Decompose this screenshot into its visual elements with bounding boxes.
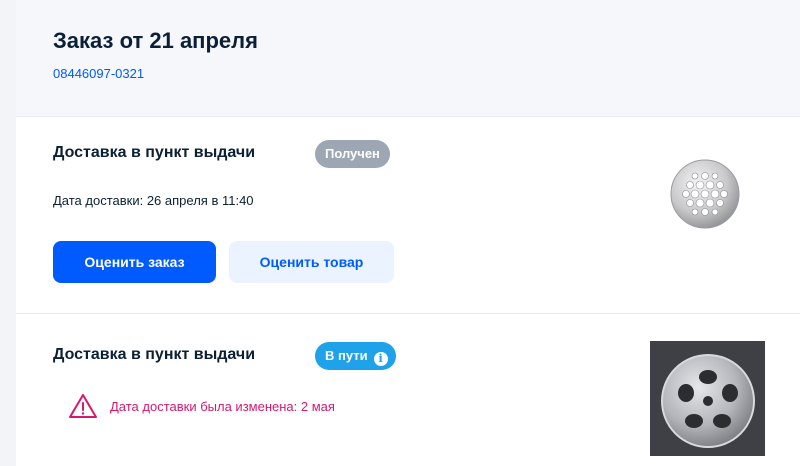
status-label: В пути bbox=[325, 348, 368, 363]
product-thumbnail[interactable] bbox=[650, 341, 765, 456]
warning-triangle-icon bbox=[69, 394, 97, 418]
delivery-type-label: Доставка в пункт выдачи bbox=[53, 144, 256, 161]
warning-text: Дата доставки была изменена: 2 мая bbox=[110, 398, 335, 414]
order-number-link[interactable]: 08446097-0321 bbox=[53, 66, 144, 81]
shipment-received: Доставка в пункт выдачи Получен Дата дос… bbox=[16, 117, 800, 314]
order-header: Заказ от 21 апреля 08446097-0321 bbox=[16, 0, 800, 117]
rate-order-button[interactable]: Оценить заказ bbox=[53, 241, 216, 283]
product-thumbnail[interactable] bbox=[668, 157, 742, 231]
rate-product-button[interactable]: Оценить товар bbox=[229, 241, 394, 283]
delivery-type-label: Доставка в пункт выдачи bbox=[53, 346, 256, 363]
status-badge[interactable]: В пути i bbox=[315, 342, 396, 370]
shipment-in-transit: Доставка в пункт выдачи В пути i Дата дос… bbox=[16, 314, 800, 466]
delivery-date-warning: Дата доставки была изменена: 2 мая bbox=[68, 394, 335, 418]
info-icon[interactable]: i bbox=[373, 352, 388, 366]
order-title: Заказ от 21 апреля bbox=[53, 28, 258, 53]
status-badge: Получен bbox=[315, 140, 390, 168]
order-card: Заказ от 21 апреля 08446097-0321 Доставк… bbox=[16, 0, 800, 466]
delivery-date: Дата доставки: 26 апреля в 11:40 bbox=[53, 193, 254, 208]
